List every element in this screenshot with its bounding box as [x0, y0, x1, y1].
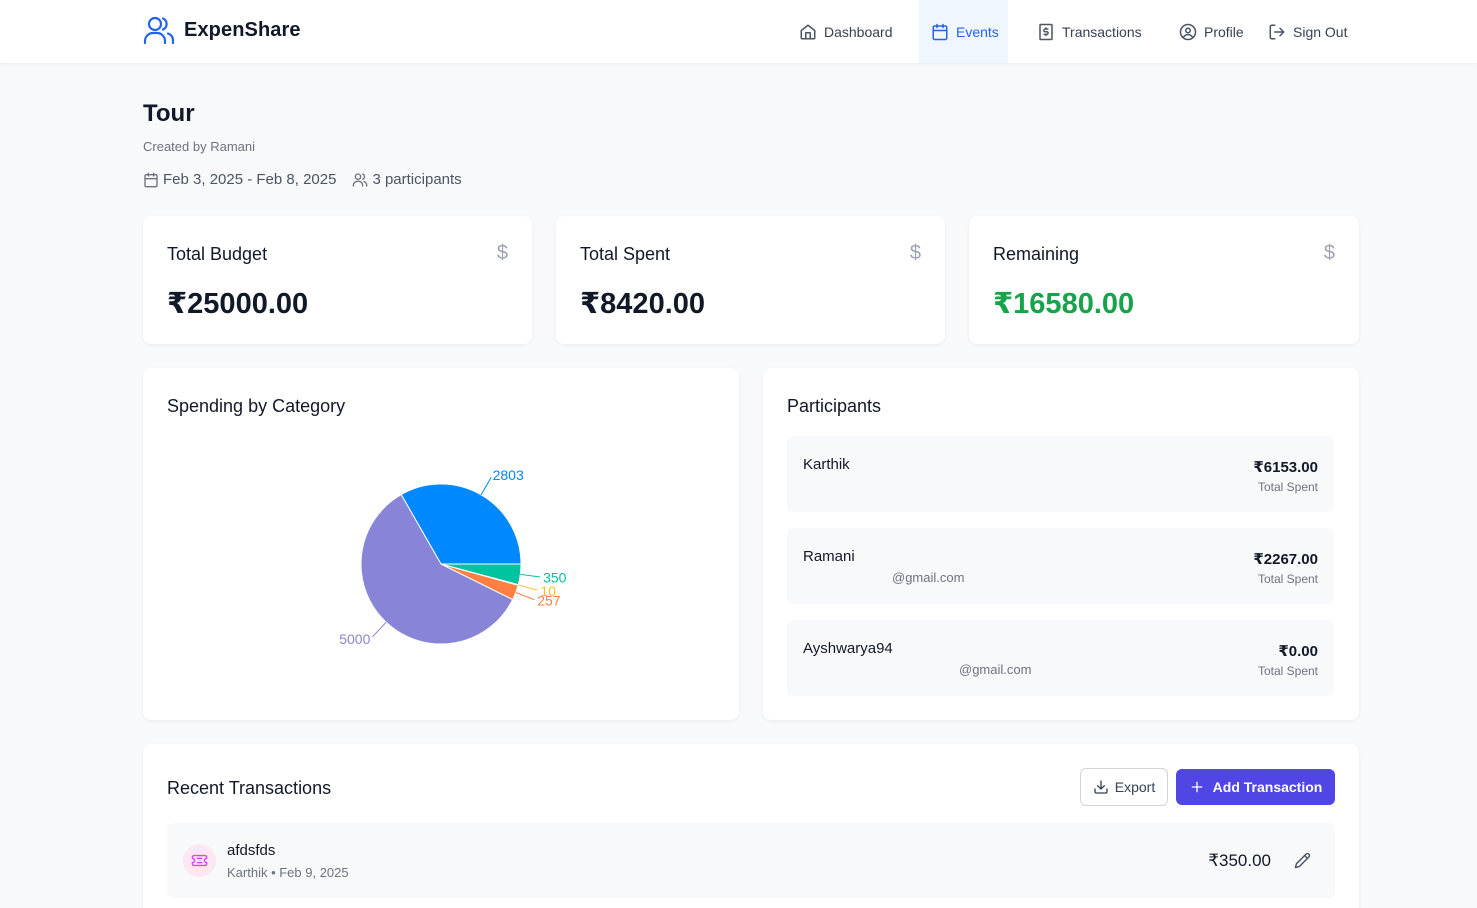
users-logo-icon: [143, 16, 175, 45]
export-button[interactable]: Export: [1080, 768, 1168, 806]
total-budget-card: Total Budget $ ₹25000.00: [143, 216, 532, 344]
total-spent-label: Total Spent: [580, 244, 671, 264]
participant-amount-label: Total Spent: [1257, 664, 1318, 678]
participant-email: @gmail.com: [892, 570, 965, 585]
participant-amount-label: Total Spent: [1257, 572, 1318, 586]
brand[interactable]: ExpenShare: [143, 15, 301, 45]
pie-slice-label: 5000: [339, 631, 370, 647]
nav-transactions[interactable]: Transactions: [1037, 0, 1142, 63]
nav-profile-label: Profile: [1204, 23, 1244, 40]
pie-label-line: [515, 592, 535, 601]
pie-slice-label: 350: [543, 569, 567, 585]
participant-amount: ₹6153.00: [1253, 459, 1318, 476]
event-creator: Created by Ramani: [143, 139, 255, 154]
participant-row[interactable]: Karthik ₹6153.00 Total Spent: [787, 436, 1334, 512]
spending-pie-chart: 2803500025710350: [339, 467, 567, 647]
event-participants-count: 3 participants: [352, 171, 462, 188]
recent-transactions-title: Recent Transactions: [167, 778, 332, 798]
event-dates: Feb 3, 2025 - Feb 8, 2025: [143, 171, 336, 188]
nav-dashboard[interactable]: Dashboard: [799, 0, 893, 63]
add-transaction-button-label: Add Transaction: [1212, 779, 1323, 795]
total-spent-card: Total Spent $ ₹8420.00: [556, 216, 945, 344]
event-participants-text: 3 participants: [372, 171, 462, 188]
participant-email: @gmail.com: [959, 662, 1032, 677]
user-circle-icon: [1179, 23, 1197, 40]
export-button-label: Export: [1114, 779, 1156, 795]
pie-label-line: [520, 573, 541, 578]
event-meta: Feb 3, 2025 - Feb 8, 2025 3 participants: [143, 171, 462, 188]
participant-amount-label: Total Spent: [1257, 480, 1318, 494]
participants-title: Participants: [787, 396, 882, 416]
dollar-icon: $: [909, 242, 921, 264]
nav-profile[interactable]: Profile: [1179, 0, 1244, 63]
participant-name: Karthik: [803, 456, 850, 473]
ticket-icon: [183, 844, 216, 877]
recent-transactions-card: Recent Transactions Export Add Transacti…: [143, 744, 1359, 908]
pie-label-line: [372, 621, 387, 638]
dollar-icon: $: [496, 242, 508, 264]
nav-transactions-label: Transactions: [1062, 23, 1142, 40]
download-icon: [1094, 780, 1108, 794]
edit-pencil-icon[interactable]: [1294, 852, 1311, 869]
transaction-title: afdsfds: [227, 842, 276, 859]
event-dates-text: Feb 3, 2025 - Feb 8, 2025: [163, 171, 337, 188]
transaction-amount: ₹350.00: [1208, 851, 1271, 870]
nav-events-label: Events: [956, 23, 999, 40]
total-spent-value: ₹8420.00: [580, 288, 706, 320]
calendar-icon: [932, 23, 948, 40]
participant-amount: ₹0.00: [1278, 643, 1318, 660]
log-out-icon: [1269, 24, 1285, 39]
transaction-row[interactable]: afdsfds Karthik • Feb 9, 2025 ₹350.00: [167, 823, 1335, 898]
participant-name: Ayshwarya94: [803, 640, 893, 657]
remaining-value: ₹16580.00: [993, 288, 1135, 320]
receipt-dollar-icon: [1039, 23, 1053, 40]
dollar-icon: $: [1323, 242, 1335, 264]
brand-name: ExpenShare: [184, 18, 301, 41]
add-transaction-button[interactable]: Add Transaction: [1176, 769, 1335, 805]
total-budget-value: ₹25000.00: [167, 288, 309, 320]
pie-slice-label: 2803: [493, 467, 524, 483]
participant-row[interactable]: Ramani @gmail.com ₹2267.00 Total Spent: [787, 528, 1334, 604]
pie-label-line: [480, 477, 492, 496]
total-budget-label: Total Budget: [167, 244, 268, 264]
remaining-label: Remaining: [993, 244, 1080, 264]
nav-sign-out-label: Sign Out: [1293, 23, 1348, 40]
transaction-meta: Karthik • Feb 9, 2025: [227, 865, 349, 880]
pie-label-line: [518, 584, 538, 591]
participants-card: Participants Karthik ₹6153.00 Total Spen…: [763, 368, 1359, 720]
nav-events[interactable]: Events: [919, 0, 1008, 63]
plus-icon: [1191, 781, 1202, 793]
nav-dashboard-label: Dashboard: [824, 23, 893, 40]
participant-row[interactable]: Ayshwarya94 @gmail.com ₹0.00 Total Spent: [787, 620, 1334, 696]
top-navigation-bar: ExpenShare Dashboard Events Transactions…: [0, 0, 1477, 63]
remaining-card: Remaining $ ₹16580.00: [969, 216, 1359, 344]
home-icon: [800, 24, 816, 39]
spending-by-category-card: Spending by Category 2803 5000 257 10 350: [143, 368, 739, 720]
participant-name: Ramani: [803, 548, 855, 565]
calendar-icon: [144, 172, 158, 187]
users-icon: [353, 172, 368, 187]
participant-amount: ₹2267.00: [1253, 551, 1318, 568]
nav-sign-out[interactable]: Sign Out: [1268, 0, 1347, 63]
event-title: Tour: [143, 100, 195, 127]
